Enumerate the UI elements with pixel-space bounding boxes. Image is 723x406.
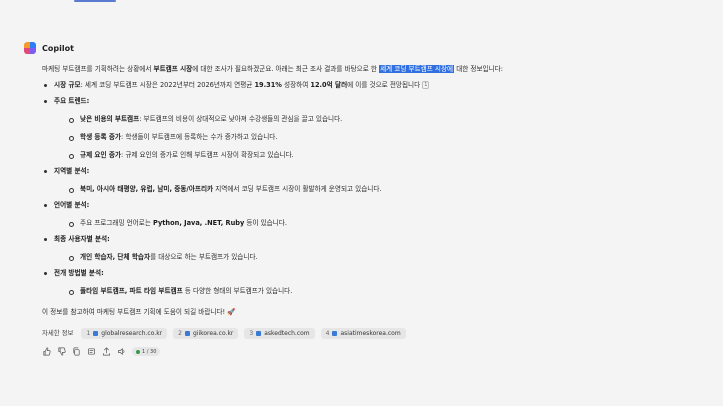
top-tab-strip bbox=[0, 0, 723, 8]
thumbs-up-icon[interactable] bbox=[42, 347, 51, 356]
status-dot-icon bbox=[136, 349, 140, 354]
copy-icon[interactable] bbox=[72, 347, 81, 356]
sources-label: 자세한 정보 bbox=[42, 329, 74, 337]
assistant-message: 마케팅 부트캠프를 기획하려는 상황에서 부트캠프 시장에 대한 조사가 필요하… bbox=[42, 64, 704, 339]
source-chip-4[interactable]: 4 asiatimeskorea.com bbox=[320, 328, 406, 339]
assistant-header: Copilot bbox=[24, 40, 704, 56]
list-item: 낮은 비용의 부트캠프: 부트캠프의 비용이 상대적으로 낮아져 수강생들의 관… bbox=[54, 114, 704, 125]
site-favicon-icon bbox=[256, 331, 262, 336]
speaker-icon[interactable] bbox=[117, 347, 126, 356]
response-pager[interactable]: 1 / 30 bbox=[132, 347, 161, 356]
chat-thread: Copilot 마케팅 부트캠프를 기획하려는 상황에서 부트캠프 시장에 대한… bbox=[24, 40, 704, 356]
list-item-delivery: 전개 방법별 분석: 풀타임 부트캠프, 파트 타임 부트캠프 등 다양한 형태… bbox=[42, 268, 704, 297]
list-item: 북미, 아시아 태평양, 유럽, 남미, 중동/아프리카 지역에서 코딩 부트캠… bbox=[54, 184, 704, 195]
list-item: 풀타임 부트캠프, 파트 타임 부트캠프 등 다양한 형태의 부트캠프가 있습니… bbox=[54, 286, 704, 297]
message-closing: 이 정보를 참고하여 마케팅 부트캠프 기획에 도움이 되길 바랍니다! 🚀 bbox=[42, 308, 236, 316]
list-item: 개인 학습자, 단체 학습자를 대상으로 하는 부트캠프가 있습니다. bbox=[54, 252, 704, 263]
section-list: 시장 규모: 세계 코딩 부트캠프 시장은 2022년부터 2026년까지 연평… bbox=[42, 80, 704, 297]
list-item-language: 언어별 분석: 주요 프로그래밍 언어로는 Python, Java, .NET… bbox=[42, 200, 704, 229]
source-chip-2[interactable]: 2 giikorea.co.kr bbox=[173, 328, 239, 339]
list-item-market-size: 시장 규모: 세계 코딩 부트캠프 시장은 2022년부터 2026년까지 연평… bbox=[42, 80, 704, 91]
citation-marker[interactable]: 1 bbox=[422, 81, 430, 89]
list-item: 학생 등록 증가: 학생들이 부트캠프에 등록하는 수가 증가하고 있습니다. bbox=[54, 132, 704, 143]
site-favicon-icon bbox=[93, 331, 99, 336]
source-chip-1[interactable]: 1 globalresearch.co.kr bbox=[81, 328, 168, 339]
message-intro: 마케팅 부트캠프를 기획하려는 상황에서 부트캠프 시장에 대한 조사가 필요하… bbox=[42, 65, 503, 73]
export-icon[interactable] bbox=[102, 347, 111, 356]
active-tab-indicator bbox=[74, 0, 116, 2]
share-icon[interactable] bbox=[87, 347, 96, 356]
message-actions: 1 / 30 bbox=[42, 347, 704, 356]
thumbs-down-icon[interactable] bbox=[57, 347, 66, 356]
copilot-logo-icon bbox=[24, 42, 36, 54]
site-favicon-icon bbox=[184, 331, 190, 336]
list-item: 주요 프로그래밍 언어로는 Python, Java, .NET, Ruby 등… bbox=[54, 218, 704, 229]
source-chip-3[interactable]: 3 askedtech.com bbox=[244, 328, 315, 339]
assistant-name: Copilot bbox=[42, 43, 74, 53]
list-item: 규제 요인 증가: 규제 요인의 증가로 인해 부트캠프 시장이 확장되고 있습… bbox=[54, 150, 704, 161]
sources-row: 자세한 정보 1 globalresearch.co.kr 2 giikorea… bbox=[42, 328, 704, 339]
selected-text[interactable]: 세계 코딩 부트캠프 시장에 bbox=[379, 65, 455, 73]
list-item-trends: 주요 트렌드: 낮은 비용의 부트캠프: 부트캠프의 비용이 상대적으로 낮아져… bbox=[42, 96, 704, 161]
list-item-region: 지역별 분석: 북미, 아시아 태평양, 유럽, 남미, 중동/아프리카 지역에… bbox=[42, 166, 704, 195]
site-favicon-icon bbox=[332, 331, 338, 336]
list-item-end-user: 최종 사용자별 분석: 개인 학습자, 단체 학습자를 대상으로 하는 부트캠프… bbox=[42, 234, 704, 263]
